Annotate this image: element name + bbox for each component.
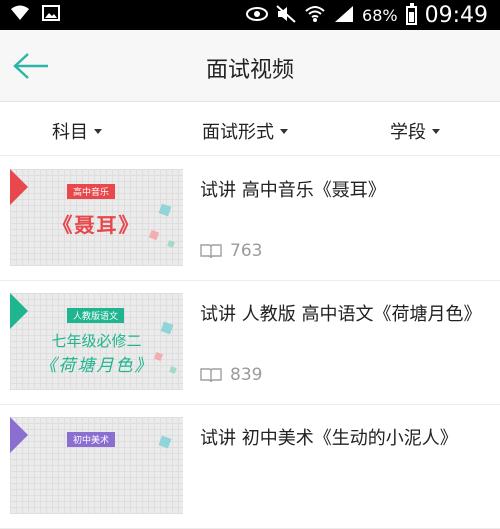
wifi-icon	[304, 5, 326, 27]
flag-decoration	[10, 169, 28, 205]
subject-badge: 初中美术	[67, 432, 116, 447]
mute-icon	[276, 4, 296, 27]
subject-badge: 人教版语文	[67, 308, 125, 323]
video-title: 试讲 高中音乐《聂耳》	[200, 180, 386, 201]
app-header: 面试视频	[0, 30, 500, 102]
flag-decoration	[10, 293, 28, 329]
eye-icon	[246, 6, 269, 26]
video-item[interactable]: 初中美术 试讲 初中美术《生动的小泥人》	[0, 405, 500, 529]
caret-down-icon	[432, 128, 440, 134]
view-count: 839	[200, 365, 262, 385]
battery-icon	[405, 3, 417, 25]
view-count-value: 763	[230, 241, 263, 261]
flag-decoration	[10, 417, 28, 453]
filter-school-level[interactable]: 学段	[390, 118, 440, 144]
image-icon	[42, 5, 60, 25]
filter-label: 科目	[52, 122, 88, 143]
video-title: 试讲 初中美术《生动的小泥人》	[200, 428, 458, 449]
view-count-value: 839	[230, 365, 263, 385]
caret-down-icon	[94, 128, 102, 134]
filter-label: 面试形式	[202, 122, 274, 143]
thumb-caption: 七年级必修二	[51, 332, 142, 350]
video-title: 试讲 人教版 高中语文《荷塘月色》	[200, 304, 482, 325]
view-count: 763	[200, 241, 262, 261]
page-title: 面试视频	[205, 58, 294, 83]
caret-down-icon	[280, 128, 288, 134]
filter-bar: 科目 面试形式 学段	[0, 102, 500, 156]
subject-badge: 高中音乐	[67, 184, 116, 199]
book-icon	[200, 368, 222, 383]
filter-interview-format[interactable]: 面试形式	[202, 118, 288, 144]
wifi-icon	[10, 5, 30, 25]
video-thumbnail: 初中美术	[10, 417, 183, 514]
video-item[interactable]: 人教版语文 七年级必修二 《荷塘月色》 试讲 人教版 高中语文《荷塘月色》 83…	[0, 281, 500, 405]
book-icon	[200, 244, 222, 259]
filter-label: 学段	[390, 122, 426, 143]
video-item[interactable]: 高中音乐 《聂耳》 试讲 高中音乐《聂耳》 763	[0, 157, 500, 281]
signal-icon	[334, 5, 354, 27]
battery-percent: 68%	[362, 6, 398, 25]
status-bar: 68% 09:49	[0, 0, 500, 30]
video-list: 高中音乐 《聂耳》 试讲 高中音乐《聂耳》 763 人教版语文 七年级必修二 《…	[0, 157, 500, 529]
video-thumbnail: 高中音乐 《聂耳》	[10, 169, 183, 266]
filter-subject[interactable]: 科目	[52, 118, 102, 144]
clock: 09:49	[424, 3, 488, 28]
video-thumbnail: 人教版语文 七年级必修二 《荷塘月色》	[10, 293, 183, 390]
